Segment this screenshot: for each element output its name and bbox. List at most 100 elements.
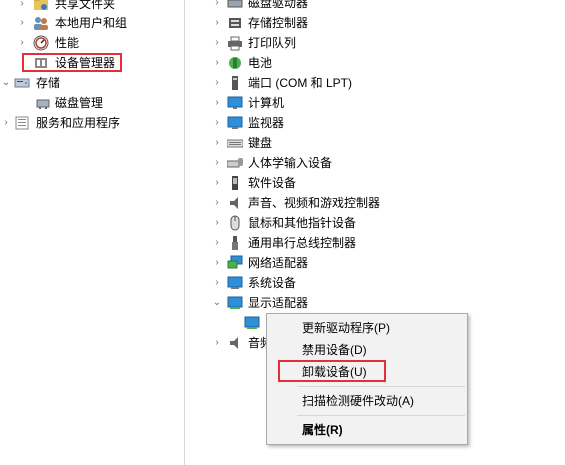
system-device-icon (227, 275, 243, 291)
chevron-right-icon[interactable]: › (211, 113, 223, 133)
device-category-keyboards[interactable]: › 键盘 (185, 133, 565, 153)
device-category-label: 电池 (248, 56, 273, 70)
chevron-right-icon[interactable]: › (211, 333, 223, 353)
tree-item-shared-folders[interactable]: › 共享文件夹 (0, 0, 184, 14)
disk-management-icon (35, 95, 51, 111)
chevron-right-icon[interactable]: › (16, 0, 28, 14)
network-icon (227, 255, 243, 271)
chevron-right-icon[interactable]: › (211, 0, 223, 13)
software-device-icon (227, 175, 243, 191)
device-category-print-queues[interactable]: › 打印队列 (185, 33, 565, 53)
chevron-right-icon[interactable]: › (211, 53, 223, 73)
device-category-system[interactable]: › 系统设备 (185, 273, 565, 293)
chevron-right-icon[interactable]: › (211, 33, 223, 53)
chevron-right-icon[interactable]: › (211, 13, 223, 33)
device-category-label: 端口 (COM 和 LPT) (248, 76, 352, 90)
tree-item-label: 本地用户和组 (55, 16, 128, 30)
printer-icon (227, 35, 243, 51)
monitor-icon (227, 115, 243, 131)
services-icon (14, 115, 30, 131)
device-category-label: 打印队列 (248, 36, 297, 50)
port-icon (227, 75, 243, 91)
device-category-mice[interactable]: › 鼠标和其他指针设备 (185, 213, 565, 233)
highlight-box (22, 53, 122, 72)
device-category-software-devices[interactable]: › 软件设备 (185, 173, 565, 193)
device-category-computer[interactable]: › 计算机 (185, 93, 565, 113)
mouse-icon (227, 215, 243, 231)
storage-icon (14, 75, 30, 91)
tree-item-label: 服务和应用程序 (36, 116, 121, 130)
chevron-right-icon[interactable]: › (211, 153, 223, 173)
device-category-label: 监视器 (248, 116, 285, 130)
chevron-down-icon[interactable]: ⌄ (0, 73, 12, 93)
chevron-right-icon[interactable]: › (211, 73, 223, 93)
keyboard-icon (227, 135, 243, 151)
battery-icon (227, 55, 243, 71)
menu-item-properties[interactable]: 属性(R) (268, 419, 466, 441)
device-category-label: 存储控制器 (248, 16, 309, 30)
chevron-right-icon[interactable]: › (16, 33, 28, 53)
menu-item-label: 更新驱动程序(P) (302, 321, 390, 335)
device-category-batteries[interactable]: › 电池 (185, 53, 565, 73)
tree-item-disk-management[interactable]: 磁盘管理 (0, 93, 184, 113)
menu-item-scan-hardware[interactable]: 扫描检测硬件改动(A) (268, 390, 466, 412)
device-category-label: 显示适配器 (248, 296, 309, 310)
menu-item-update-driver[interactable]: 更新驱动程序(P) (268, 317, 466, 339)
tree-expander (20, 93, 32, 113)
tree-item-performance[interactable]: › 性能 (0, 33, 184, 53)
chevron-right-icon[interactable]: › (211, 93, 223, 113)
device-category-display-adapters[interactable]: ⌄ 显示适配器 (185, 293, 565, 313)
chevron-right-icon[interactable]: › (211, 253, 223, 273)
tree-item-services-apps[interactable]: › 服务和应用程序 (0, 113, 184, 133)
chevron-right-icon[interactable]: › (211, 173, 223, 193)
display-adapter-device[interactable] (241, 313, 265, 333)
device-category-label: 软件设备 (248, 176, 297, 190)
users-icon (33, 15, 49, 31)
chevron-right-icon[interactable]: › (211, 133, 223, 153)
tree-item-label: 性能 (55, 36, 80, 50)
sound-icon (227, 195, 243, 211)
device-category-label: 通用串行总线控制器 (248, 236, 357, 250)
chevron-right-icon[interactable]: › (211, 193, 223, 213)
disk-drive-icon (227, 0, 243, 11)
tree-item-local-users[interactable]: › 本地用户和组 (0, 13, 184, 33)
console-tree-pane: › 共享文件夹 › 本地用户和组 › 性能 设备管理器 ⌄ 存储 磁盘管理 › … (0, 0, 184, 465)
chevron-down-icon[interactable]: ⌄ (211, 293, 223, 313)
device-category-label: 磁盘驱动器 (248, 0, 309, 10)
computer-icon (227, 95, 243, 111)
device-category-sound[interactable]: › 声音、视频和游戏控制器 (185, 193, 565, 213)
usb-icon (227, 235, 243, 251)
device-category-label: 系统设备 (248, 276, 297, 290)
menu-item-label: 扫描检测硬件改动(A) (302, 394, 414, 408)
tree-item-label: 磁盘管理 (55, 96, 104, 110)
hid-icon (227, 155, 243, 171)
chevron-right-icon[interactable]: › (211, 273, 223, 293)
chevron-right-icon[interactable]: › (0, 113, 12, 133)
menu-separator (297, 415, 465, 416)
shared-folder-icon (33, 0, 49, 12)
device-category-label: 键盘 (248, 136, 273, 150)
device-category-usb[interactable]: › 通用串行总线控制器 (185, 233, 565, 253)
highlight-box (278, 360, 386, 382)
tree-item-label: 存储 (36, 76, 61, 90)
device-category-ports[interactable]: › 端口 (COM 和 LPT) (185, 73, 565, 93)
device-category-label: 鼠标和其他指针设备 (248, 216, 357, 230)
device-category-label: 网络适配器 (248, 256, 309, 270)
tree-item-storage[interactable]: ⌄ 存储 (0, 73, 184, 93)
menu-item-disable-device[interactable]: 禁用设备(D) (268, 339, 466, 361)
menu-item-label: 禁用设备(D) (302, 343, 367, 357)
device-category-network[interactable]: › 网络适配器 (185, 253, 565, 273)
chevron-right-icon[interactable]: › (211, 213, 223, 233)
device-category-hid[interactable]: › 人体学输入设备 (185, 153, 565, 173)
performance-icon (33, 35, 49, 51)
menu-item-label: 属性(R) (302, 423, 343, 437)
device-category-monitors[interactable]: › 监视器 (185, 113, 565, 133)
tree-item-label: 共享文件夹 (55, 0, 116, 11)
display-adapter-icon (227, 295, 243, 311)
device-category-disk-drives[interactable]: › 磁盘驱动器 (185, 0, 565, 13)
storage-controller-icon (227, 15, 243, 31)
chevron-right-icon[interactable]: › (211, 233, 223, 253)
device-category-storage-controllers[interactable]: › 存储控制器 (185, 13, 565, 33)
chevron-right-icon[interactable]: › (16, 13, 28, 33)
display-adapter-device-icon (244, 315, 260, 331)
